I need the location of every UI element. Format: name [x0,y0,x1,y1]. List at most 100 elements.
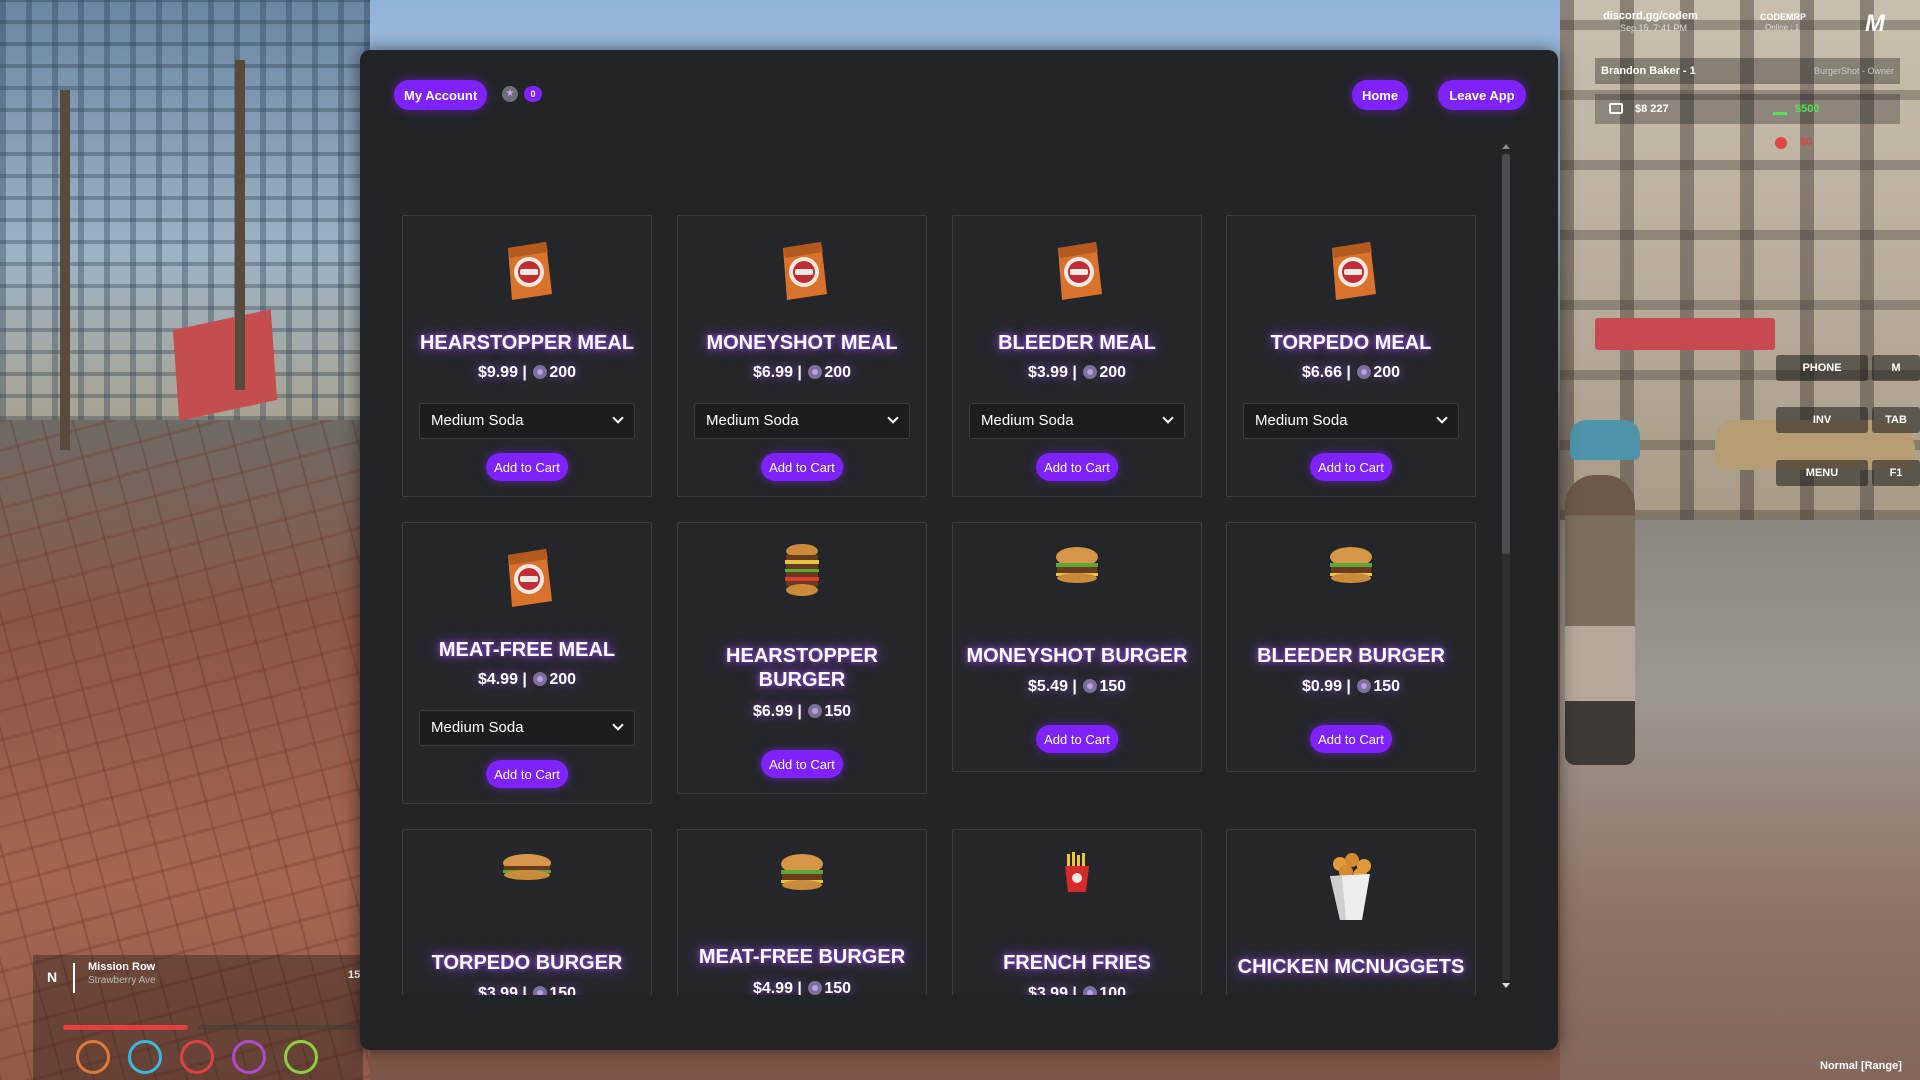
price-points: 200 [549,364,577,381]
product-price: $4.99 | 200 [403,671,651,689]
drink-select[interactable]: Medium Soda [694,403,910,439]
product-price: $3.99 | 100 [953,985,1201,995]
price-dollars: $3.99 | [1027,364,1077,381]
product-card: CHICKEN MCNUGGETS$3.99 | 100Add to Cart [1226,829,1476,995]
price-dollars: $0.99 | [1301,678,1351,695]
add-to-cart-button[interactable]: Add to Cart [486,453,568,481]
add-to-cart-button[interactable]: Add to Cart [1310,725,1392,753]
add-to-cart-button[interactable]: Add to Cart [1036,725,1118,753]
chevron-down-icon [612,719,624,731]
home-button[interactable]: Home [1352,80,1408,110]
cash-amount: $8 227 [1635,103,1669,115]
price-points: 200 [824,364,852,381]
burgershot-app-window: My Account ★ 0 Home Leave App HEARSTOPPE… [360,50,1558,1050]
keybind-key: M [1872,355,1920,381]
burger-icon [1052,545,1102,590]
product-card: MEAT-FREE BURGER$4.99 | 150Add to Cart [677,829,927,995]
product-card: MONEYSHOT MEAL $6.99 | 200 Medium Soda Add … [677,215,927,497]
points-coin-icon [1357,365,1372,379]
points-coin-icon [1083,679,1098,693]
product-card: MONEYSHOT BURGER $5.49 | 150 Add to Cart [952,522,1202,772]
add-to-cart-button[interactable]: Add to Cart [1036,453,1118,481]
points-coin-icon [808,704,823,718]
product-card: TORPEDO MEAL $6.66 | 200 Medium Soda Add to… [1226,215,1476,497]
app-topbar: My Account ★ 0 Home Leave App [360,50,1558,140]
meal-bag-icon [498,236,556,307]
product-card: BLEEDER BURGER $0.99 | 150 Add to Cart [1226,522,1476,772]
drink-select-value: Medium Soda [431,719,524,736]
price-dollars: $6.99 | [752,703,802,720]
add-to-cart-button[interactable]: Add to Cart [1310,453,1392,481]
server-link: discord.gg/codem [1603,10,1698,22]
product-name: MONEYSHOT BURGER [966,645,1188,667]
keybind-label: PHONE [1776,355,1868,381]
price-dollars: $4.99 | [752,980,802,995]
product-card: BLEEDER MEAL $3.99 | 200 Medium Soda Add to… [952,215,1202,497]
thirst-icon [128,1040,162,1074]
stacked-burger-icon [780,543,824,604]
sub-sandwich-icon [500,852,554,887]
add-to-cart-button[interactable]: Add to Cart [761,750,843,778]
server-date: Sep 15, 7:41 PM [1620,23,1688,33]
my-account-button[interactable]: My Account [394,80,488,110]
voice-range: Normal [Range] [1820,1060,1902,1072]
server-online: Online : 1 [1765,23,1800,32]
drink-select[interactable]: Medium Soda [969,403,1185,439]
chevron-down-icon [1436,412,1448,424]
product-name: TORPEDO MEAL [1270,332,1432,354]
burger-icon [1326,545,1376,590]
product-scrollbar[interactable] [1500,142,1512,992]
points-coin-icon [808,981,823,995]
keybind-key: F1 [1872,460,1920,486]
player-bar: Brandon Baker - 1 BurgerShot - Owner [1595,58,1900,84]
drink-select-value: Medium Soda [706,412,799,429]
health-bar [63,1025,188,1030]
scroll-up-arrow-icon[interactable] [1502,144,1510,149]
scroll-down-arrow-icon[interactable] [1502,983,1510,988]
server-brand: CODEMRP [1760,12,1807,22]
burger-icon [777,852,827,897]
product-price: $6.99 | 150 [678,703,926,721]
product-name: FRENCH FRIES [1003,952,1151,974]
product-card: MEAT-FREE MEAL $4.99 | 200 Medium Soda Add … [402,522,652,804]
drink-select[interactable]: Medium Soda [1243,403,1459,439]
price-dollars: $3.99 | [477,985,527,995]
product-price: $0.99 | 150 [1227,678,1475,696]
drink-select[interactable]: Medium Soda [419,403,635,439]
points-coin-icon [1083,986,1098,995]
drink-select[interactable]: Medium Soda [419,710,635,746]
stress-icon [180,1040,214,1074]
meal-bag-icon [498,543,556,614]
product-card: HEARSTOPPER MEAL $9.99 | 200 Medium Soda Ad… [402,215,652,497]
drink-select-value: Medium Soda [1255,412,1348,429]
product-name: HEARSTOPPER BURGER [726,645,878,691]
price-dollars: $6.66 | [1301,364,1351,381]
price-dollars: $6.99 | [752,364,802,381]
zone-number: 15 [348,969,361,981]
product-price: $6.66 | 200 [1227,364,1475,382]
keybind-key: TAB [1872,407,1920,433]
price-points: 100 [1099,985,1127,995]
wallet-icon [1609,103,1623,114]
scroll-thumb[interactable] [1502,154,1510,554]
price-points: 150 [824,703,852,720]
add-to-cart-button[interactable]: Add to Cart [761,453,843,481]
leave-app-button[interactable]: Leave App [1438,80,1526,110]
points-coin-icon [533,672,548,686]
street-name: Mission Row [88,961,156,973]
price-dollars: $3.99 | [1027,985,1077,995]
product-price: $4.99 | 150 [678,980,926,995]
stamina-icon [284,1040,318,1074]
drink-select-value: Medium Soda [981,412,1074,429]
money-bar: $8 227 $500 [1595,94,1900,124]
add-to-cart-button[interactable]: Add to Cart [486,760,568,788]
player-job: BurgerShot - Owner [1813,66,1894,76]
hunger-icon [76,1040,110,1074]
meal-bag-icon [1048,236,1106,307]
points-coin-icon [1357,679,1372,693]
background-palm-tree [235,60,245,390]
chevron-down-icon [612,412,624,424]
dirty-money-icon [1775,137,1787,149]
bank-icon [1773,103,1787,115]
product-card: TORPEDO BURGER$3.99 | 150Add to Cart [402,829,652,995]
